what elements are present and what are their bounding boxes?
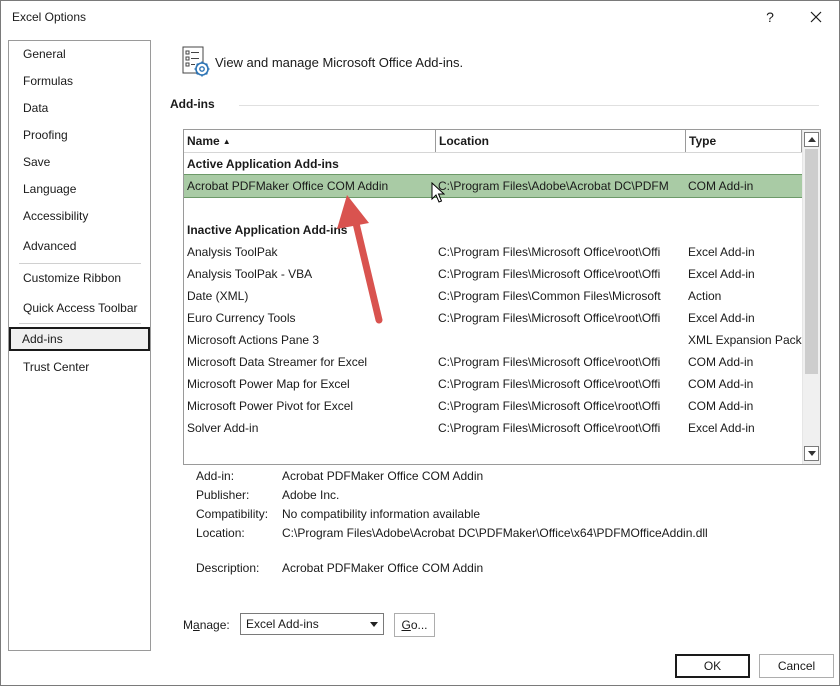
ok-button[interactable]: OK [675, 654, 750, 678]
detail-value-description: Acrobat PDFMaker Office COM Addin [282, 561, 484, 575]
table-row[interactable]: Microsoft Actions Pane 3 XML Expansion P… [184, 329, 802, 351]
detail-label-addin: Add-in: [196, 469, 235, 483]
detail-label-compatibility: Compatibility: [196, 507, 269, 521]
window-title: Excel Options [12, 10, 87, 24]
excel-options-dialog: Excel Options ? General Formulas Data Pr… [0, 0, 840, 686]
title-bar: Excel Options ? [1, 1, 839, 33]
addins-gear-icon [182, 46, 210, 77]
table-row[interactable]: Analysis ToolPak - VBA C:\Program Files\… [184, 263, 802, 285]
close-button[interactable] [804, 5, 828, 29]
table-row[interactable]: Date (XML) C:\Program Files\Common Files… [184, 285, 802, 307]
nav-separator [19, 263, 141, 264]
table-row[interactable]: Microsoft Power Pivot for Excel C:\Progr… [184, 395, 802, 417]
detail-value-location: C:\Program Files\Adobe\Acrobat DC\PDFMak… [282, 526, 708, 540]
nav-item-proofing[interactable]: Proofing [10, 123, 149, 147]
nav-item-trust-center[interactable]: Trust Center [10, 355, 149, 379]
nav-item-data[interactable]: Data [10, 96, 149, 120]
nav-item-quick-access-toolbar[interactable]: Quick Access Toolbar [10, 296, 149, 320]
close-icon [810, 11, 822, 23]
group-title-inactive: Inactive Application Add-ins [187, 223, 348, 237]
detail-label-description: Description: [196, 561, 260, 575]
column-header-type[interactable]: Type [686, 130, 802, 152]
group-title-active: Active Application Add-ins [187, 157, 339, 171]
section-divider [239, 105, 819, 106]
page-heading: View and manage Microsoft Office Add-ins… [215, 55, 464, 70]
nav-item-language[interactable]: Language [10, 177, 149, 201]
chevron-up-icon [808, 137, 816, 142]
manage-dropdown-value: Excel Add-ins [246, 617, 319, 631]
nav-item-accessibility[interactable]: Accessibility [10, 204, 149, 228]
addins-list[interactable]: Name ▲ Location Type Active Application A… [183, 129, 821, 465]
chevron-down-icon [370, 622, 378, 627]
nav-separator [19, 323, 141, 324]
column-header-name[interactable]: Name ▲ [184, 130, 436, 152]
table-row[interactable]: Euro Currency Tools C:\Program Files\Mic… [184, 307, 802, 329]
sort-ascending-icon: ▲ [222, 137, 231, 146]
scroll-down-button[interactable] [804, 446, 819, 461]
detail-value-compatibility: No compatibility information available [282, 507, 481, 521]
table-row[interactable]: Acrobat PDFMaker Office COM Addin C:\Pro… [184, 174, 803, 198]
table-header: Name ▲ Location Type [184, 130, 802, 153]
table-row[interactable]: Microsoft Data Streamer for Excel C:\Pro… [184, 351, 802, 373]
nav-item-formulas[interactable]: Formulas [10, 69, 149, 93]
nav-item-customize-ribbon[interactable]: Customize Ribbon [10, 266, 149, 290]
table-row[interactable]: Solver Add-in C:\Program Files\Microsoft… [184, 417, 802, 439]
help-button[interactable]: ? [758, 5, 782, 29]
mouse-cursor-icon [431, 182, 445, 203]
nav-item-save[interactable]: Save [10, 150, 149, 174]
table-row[interactable]: Analysis ToolPak C:\Program Files\Micros… [184, 241, 802, 263]
table-row[interactable]: Microsoft Power Map for Excel C:\Program… [184, 373, 802, 395]
chevron-down-icon [808, 451, 816, 456]
annotation-arrow-icon [337, 195, 383, 324]
nav-item-advanced[interactable]: Advanced [10, 234, 149, 258]
detail-label-location: Location: [196, 526, 245, 540]
scroll-thumb[interactable] [805, 149, 818, 374]
scroll-up-button[interactable] [804, 132, 819, 147]
detail-label-publisher: Publisher: [196, 488, 250, 502]
go-button[interactable]: Go... [394, 613, 435, 637]
column-header-location[interactable]: Location [436, 130, 686, 152]
category-nav: General Formulas Data Proofing Save Lang… [8, 40, 151, 651]
help-icon: ? [766, 9, 774, 25]
section-title-add-ins: Add-ins [170, 97, 215, 111]
cancel-button[interactable]: Cancel [759, 654, 834, 678]
detail-value-publisher: Adobe Inc. [282, 488, 340, 502]
nav-item-general[interactable]: General [10, 42, 149, 66]
manage-label: Manage: [183, 618, 230, 632]
vertical-scrollbar[interactable] [802, 130, 820, 464]
detail-value-addin: Acrobat PDFMaker Office COM Addin [282, 469, 484, 483]
nav-item-add-ins[interactable]: Add-ins [9, 327, 150, 351]
manage-dropdown[interactable]: Excel Add-ins [240, 613, 384, 635]
